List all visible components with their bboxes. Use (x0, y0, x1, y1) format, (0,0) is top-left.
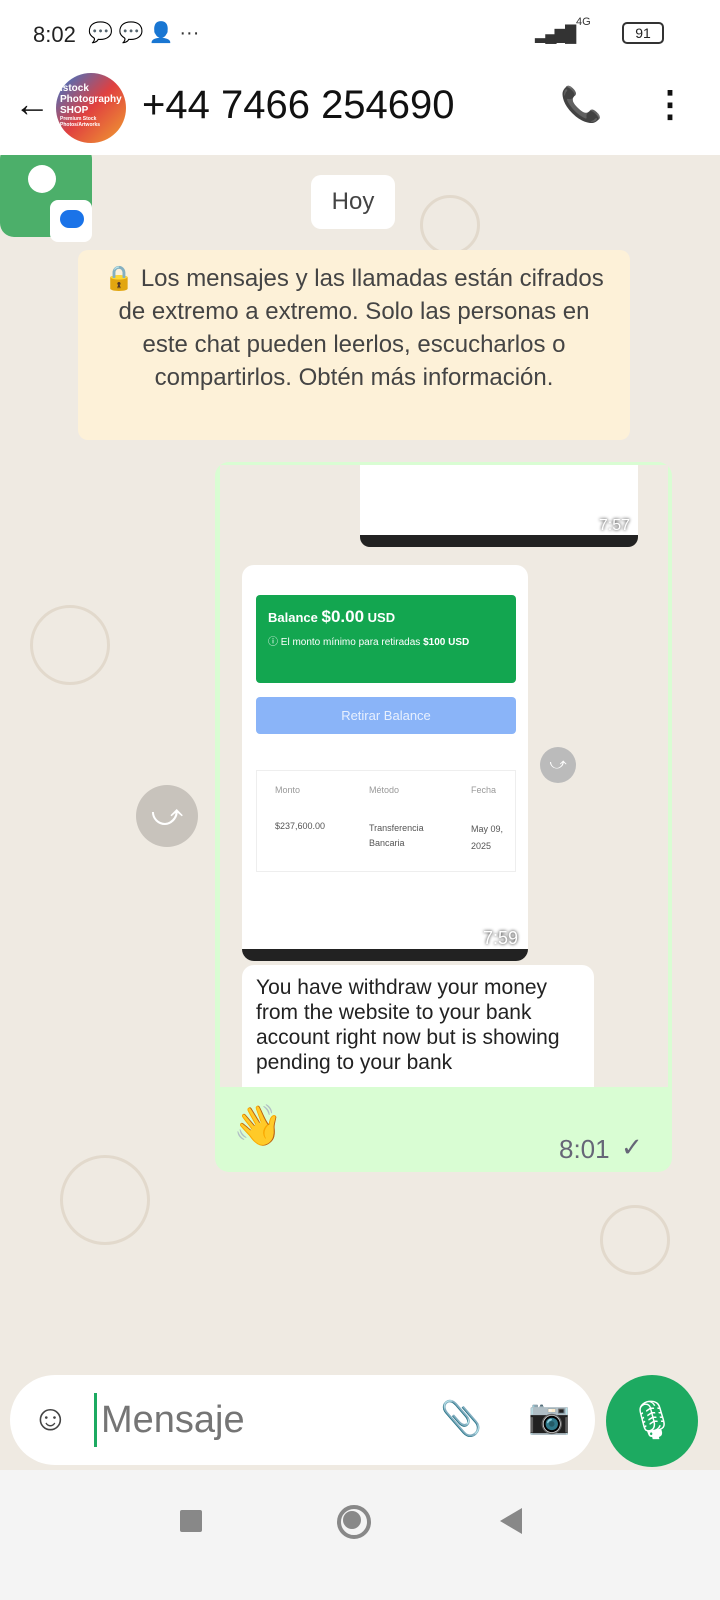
system-nav-bar (0, 1470, 720, 1600)
voice-message-button[interactable]: 🎙 (606, 1375, 698, 1467)
lock-icon: 🔒 (104, 265, 135, 292)
recents-button[interactable] (180, 1510, 202, 1532)
forward-button[interactable]: ⤻ (136, 785, 198, 847)
attach-icon[interactable]: 📎 (440, 1399, 482, 1439)
microphone-icon: 🎙 (627, 1400, 677, 1442)
forward-icon: ⤻ (540, 747, 576, 783)
notification-icons: 💬 💬 👤 ··· (88, 22, 200, 44)
status-bar: 8:02 💬 💬 👤 ··· ▂▄▆█ 4G 91 (0, 0, 720, 65)
camera-icon[interactable]: 📷 (528, 1397, 570, 1437)
contact-placeholder-icon (0, 155, 92, 242)
back-arrow-icon[interactable]: ← (14, 83, 50, 125)
contact-name[interactable]: +44 7466 254690 (142, 83, 455, 128)
outgoing-message-bubble[interactable]: 7:57 Balance $0.00 USD ⓘ El monto mínimo… (215, 462, 672, 1172)
withdraw-button: Retirar Balance (256, 697, 516, 734)
home-button[interactable] (337, 1505, 371, 1539)
back-button[interactable] (500, 1508, 522, 1534)
sticker-icon[interactable]: ☺ (32, 1397, 69, 1439)
chat-area: Hoy 🔒 Los mensajes y las llamadas están … (0, 155, 720, 1470)
encryption-notice[interactable]: 🔒 Los mensajes y las llamadas están cifr… (78, 250, 630, 440)
nested-image: 7:57 (360, 465, 638, 547)
more-options-icon[interactable]: ⋮ (652, 83, 688, 125)
add-call-icon[interactable]: 📞 (560, 85, 602, 125)
avatar[interactable]: Istock Photography SHOP Premium Stock Pho… (56, 73, 126, 143)
signal-icon: ▂▄▆█ (535, 26, 576, 43)
forwarded-screenshot[interactable]: 7:57 Balance $0.00 USD ⓘ El monto mínimo… (220, 465, 668, 1087)
network-type: 4G (576, 16, 591, 28)
sent-check-icon: ✓ (621, 1132, 643, 1162)
message-emoji: 👋 (233, 1104, 283, 1148)
chat-header: ← Istock Photography SHOP Premium Stock P… (0, 65, 720, 155)
nested-balance-image: Balance $0.00 USD ⓘ El monto mínimo para… (242, 565, 528, 961)
nested-text-message: You have withdraw your money from the we… (242, 965, 594, 1087)
message-input-bar: ☺ 📎 📷 (10, 1375, 595, 1465)
withdrawals-table: Monto Método Fecha $237,600.00 Transfere… (256, 770, 516, 872)
message-time: 8:01 (559, 1134, 610, 1164)
date-chip: Hoy (311, 175, 395, 229)
status-time: 8:02 (33, 22, 76, 47)
balance-card: Balance $0.00 USD ⓘ El monto mínimo para… (256, 595, 516, 683)
message-input[interactable] (94, 1393, 414, 1447)
battery-icon: 91 (622, 22, 664, 44)
